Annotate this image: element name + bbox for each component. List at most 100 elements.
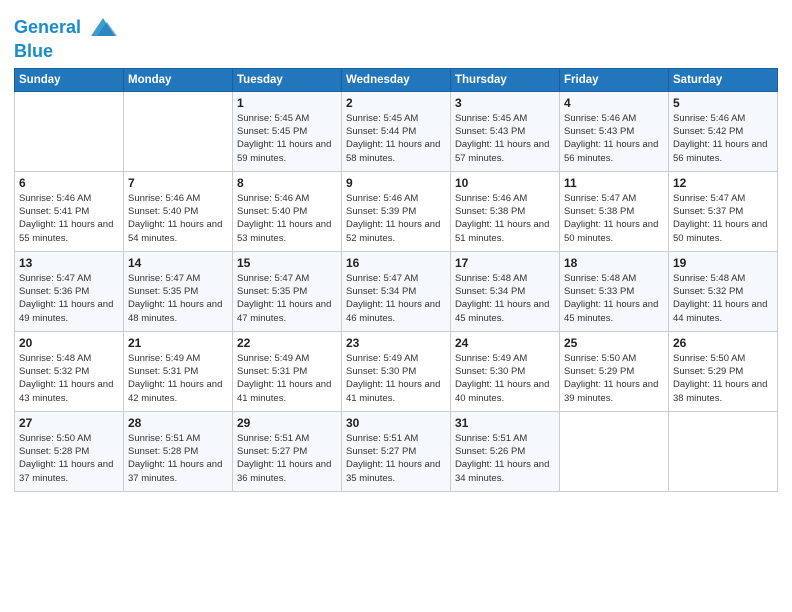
day-number: 30 (346, 416, 446, 430)
logo: General Blue (14, 14, 117, 62)
day-number: 25 (564, 336, 664, 350)
day-info: Sunrise: 5:48 AM Sunset: 5:32 PM Dayligh… (673, 272, 773, 325)
day-info: Sunrise: 5:46 AM Sunset: 5:39 PM Dayligh… (346, 192, 446, 245)
calendar-day-30: 30 Sunrise: 5:51 AM Sunset: 5:27 PM Dayli… (342, 411, 451, 491)
calendar-day-31: 31 Sunrise: 5:51 AM Sunset: 5:26 PM Dayli… (451, 411, 560, 491)
day-number: 26 (673, 336, 773, 350)
calendar-week-row: 6Sunrise: 5:46 AM Sunset: 5:41 PM Daylig… (15, 171, 778, 251)
day-info: Sunrise: 5:47 AM Sunset: 5:37 PM Dayligh… (673, 192, 773, 245)
calendar-day-1: 1 Sunrise: 5:45 AM Sunset: 5:45 PM Daylig… (233, 91, 342, 171)
day-info: Sunrise: 5:51 AM Sunset: 5:27 PM Dayligh… (237, 432, 337, 485)
calendar-table: SundayMondayTuesdayWednesdayThursdayFrid… (14, 68, 778, 492)
calendar-day-7: 7 Sunrise: 5:46 AM Sunset: 5:40 PM Daylig… (124, 171, 233, 251)
calendar-day-14: 14 Sunrise: 5:47 AM Sunset: 5:35 PM Dayli… (124, 251, 233, 331)
calendar-day-21: 21 Sunrise: 5:49 AM Sunset: 5:31 PM Dayli… (124, 331, 233, 411)
calendar-empty-cell (669, 411, 778, 491)
day-number: 22 (237, 336, 337, 350)
day-info: Sunrise: 5:46 AM Sunset: 5:40 PM Dayligh… (128, 192, 228, 245)
day-info: Sunrise: 5:46 AM Sunset: 5:42 PM Dayligh… (673, 112, 773, 165)
calendar-day-27: 27Sunrise: 5:50 AM Sunset: 5:28 PM Dayli… (15, 411, 124, 491)
day-number: 12 (673, 176, 773, 190)
day-info: Sunrise: 5:46 AM Sunset: 5:43 PM Dayligh… (564, 112, 664, 165)
column-header-thursday: Thursday (451, 68, 560, 91)
logo-blue: Blue (14, 42, 117, 62)
day-info: Sunrise: 5:50 AM Sunset: 5:29 PM Dayligh… (673, 352, 773, 405)
day-info: Sunrise: 5:48 AM Sunset: 5:32 PM Dayligh… (19, 352, 119, 405)
day-number: 31 (455, 416, 555, 430)
calendar-day-2: 2 Sunrise: 5:45 AM Sunset: 5:44 PM Daylig… (342, 91, 451, 171)
logo-text: General (14, 14, 117, 42)
day-info: Sunrise: 5:47 AM Sunset: 5:34 PM Dayligh… (346, 272, 446, 325)
day-number: 2 (346, 96, 446, 110)
day-number: 13 (19, 256, 119, 270)
calendar-week-row: 20 Sunrise: 5:48 AM Sunset: 5:32 PM Dayli… (15, 331, 778, 411)
calendar-day-11: 11Sunrise: 5:47 AM Sunset: 5:38 PM Dayli… (560, 171, 669, 251)
day-number: 15 (237, 256, 337, 270)
day-info: Sunrise: 5:45 AM Sunset: 5:45 PM Dayligh… (237, 112, 337, 165)
day-number: 14 (128, 256, 228, 270)
day-number: 7 (128, 176, 228, 190)
calendar-day-8: 8 Sunrise: 5:46 AM Sunset: 5:40 PM Daylig… (233, 171, 342, 251)
calendar-day-29: 29 Sunrise: 5:51 AM Sunset: 5:27 PM Dayli… (233, 411, 342, 491)
calendar-day-16: 16 Sunrise: 5:47 AM Sunset: 5:34 PM Dayli… (342, 251, 451, 331)
day-number: 18 (564, 256, 664, 270)
day-number: 23 (346, 336, 446, 350)
day-number: 9 (346, 176, 446, 190)
day-number: 19 (673, 256, 773, 270)
calendar-day-10: 10Sunrise: 5:46 AM Sunset: 5:38 PM Dayli… (451, 171, 560, 251)
day-number: 3 (455, 96, 555, 110)
day-info: Sunrise: 5:49 AM Sunset: 5:31 PM Dayligh… (128, 352, 228, 405)
day-number: 8 (237, 176, 337, 190)
day-info: Sunrise: 5:51 AM Sunset: 5:27 PM Dayligh… (346, 432, 446, 485)
day-info: Sunrise: 5:49 AM Sunset: 5:30 PM Dayligh… (455, 352, 555, 405)
day-info: Sunrise: 5:48 AM Sunset: 5:33 PM Dayligh… (564, 272, 664, 325)
calendar-day-23: 23 Sunrise: 5:49 AM Sunset: 5:30 PM Dayli… (342, 331, 451, 411)
calendar-empty-cell (124, 91, 233, 171)
calendar-day-17: 17 Sunrise: 5:48 AM Sunset: 5:34 PM Dayli… (451, 251, 560, 331)
day-info: Sunrise: 5:48 AM Sunset: 5:34 PM Dayligh… (455, 272, 555, 325)
calendar-day-22: 22Sunrise: 5:49 AM Sunset: 5:31 PM Dayli… (233, 331, 342, 411)
day-info: Sunrise: 5:46 AM Sunset: 5:38 PM Dayligh… (455, 192, 555, 245)
day-info: Sunrise: 5:50 AM Sunset: 5:29 PM Dayligh… (564, 352, 664, 405)
day-number: 24 (455, 336, 555, 350)
calendar-day-9: 9 Sunrise: 5:46 AM Sunset: 5:39 PM Daylig… (342, 171, 451, 251)
day-info: Sunrise: 5:47 AM Sunset: 5:35 PM Dayligh… (128, 272, 228, 325)
calendar-day-5: 5 Sunrise: 5:46 AM Sunset: 5:42 PM Daylig… (669, 91, 778, 171)
day-info: Sunrise: 5:51 AM Sunset: 5:26 PM Dayligh… (455, 432, 555, 485)
calendar-day-28: 28Sunrise: 5:51 AM Sunset: 5:28 PM Dayli… (124, 411, 233, 491)
day-info: Sunrise: 5:46 AM Sunset: 5:41 PM Dayligh… (19, 192, 119, 245)
day-number: 20 (19, 336, 119, 350)
column-header-saturday: Saturday (669, 68, 778, 91)
page-header: General Blue (14, 10, 778, 62)
day-info: Sunrise: 5:47 AM Sunset: 5:36 PM Dayligh… (19, 272, 119, 325)
day-number: 28 (128, 416, 228, 430)
calendar-day-19: 19 Sunrise: 5:48 AM Sunset: 5:32 PM Dayli… (669, 251, 778, 331)
day-number: 27 (19, 416, 119, 430)
day-info: Sunrise: 5:45 AM Sunset: 5:44 PM Dayligh… (346, 112, 446, 165)
day-number: 16 (346, 256, 446, 270)
day-number: 21 (128, 336, 228, 350)
day-info: Sunrise: 5:49 AM Sunset: 5:30 PM Dayligh… (346, 352, 446, 405)
calendar-week-row: 27Sunrise: 5:50 AM Sunset: 5:28 PM Dayli… (15, 411, 778, 491)
calendar-header-row: SundayMondayTuesdayWednesdayThursdayFrid… (15, 68, 778, 91)
calendar-day-6: 6Sunrise: 5:46 AM Sunset: 5:41 PM Daylig… (15, 171, 124, 251)
calendar-empty-cell (560, 411, 669, 491)
calendar-day-4: 4Sunrise: 5:46 AM Sunset: 5:43 PM Daylig… (560, 91, 669, 171)
calendar-week-row: 13 Sunrise: 5:47 AM Sunset: 5:36 PM Dayli… (15, 251, 778, 331)
calendar-empty-cell (15, 91, 124, 171)
logo-icon (89, 14, 117, 42)
column-header-wednesday: Wednesday (342, 68, 451, 91)
day-number: 5 (673, 96, 773, 110)
day-number: 1 (237, 96, 337, 110)
day-info: Sunrise: 5:46 AM Sunset: 5:40 PM Dayligh… (237, 192, 337, 245)
column-header-friday: Friday (560, 68, 669, 91)
day-info: Sunrise: 5:45 AM Sunset: 5:43 PM Dayligh… (455, 112, 555, 165)
calendar-day-13: 13 Sunrise: 5:47 AM Sunset: 5:36 PM Dayli… (15, 251, 124, 331)
column-header-sunday: Sunday (15, 68, 124, 91)
calendar-day-12: 12 Sunrise: 5:47 AM Sunset: 5:37 PM Dayli… (669, 171, 778, 251)
day-number: 17 (455, 256, 555, 270)
calendar-day-18: 18 Sunrise: 5:48 AM Sunset: 5:33 PM Dayli… (560, 251, 669, 331)
column-header-monday: Monday (124, 68, 233, 91)
day-info: Sunrise: 5:47 AM Sunset: 5:35 PM Dayligh… (237, 272, 337, 325)
day-number: 29 (237, 416, 337, 430)
